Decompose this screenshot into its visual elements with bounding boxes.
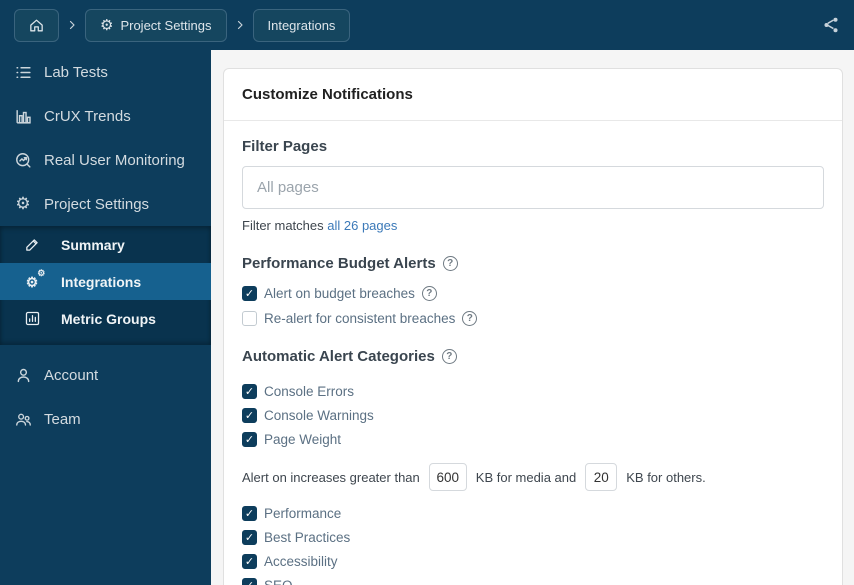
weight-sentence-part1: Alert on increases greater than xyxy=(242,469,420,485)
checkbox-icon[interactable] xyxy=(242,286,257,301)
filter-match-link[interactable]: all 26 pages xyxy=(327,218,397,233)
breadcrumb-project-settings-button[interactable]: ⚙ Project Settings xyxy=(85,8,227,42)
sidebar-item-lab-tests[interactable]: Lab Tests xyxy=(0,50,211,94)
weight-sentence-part3: KB for others. xyxy=(626,469,706,485)
sidebar-item-team[interactable]: Team xyxy=(0,397,211,441)
sidebar-item-label: Account xyxy=(44,366,99,384)
breadcrumb-integrations-label: Integrations xyxy=(267,17,336,33)
checkbox-accessibility[interactable]: Accessibility xyxy=(242,549,824,573)
help-icon[interactable] xyxy=(441,349,457,364)
checkbox-label: Page Weight xyxy=(264,431,342,447)
checkbox-label: Console Warnings xyxy=(264,407,374,423)
checkbox-console-warnings[interactable]: Console Warnings xyxy=(242,403,824,427)
others-kb-input[interactable] xyxy=(585,463,618,491)
checkbox-icon[interactable] xyxy=(242,529,257,545)
sidebar-subitem-summary[interactable]: Summary xyxy=(0,226,211,263)
breadcrumb-integrations-button[interactable]: Integrations xyxy=(252,8,351,42)
checkbox-console-errors[interactable]: Console Errors xyxy=(242,379,824,403)
filter-match-text: Filter matches xyxy=(242,218,328,233)
sidebar-subitem-label: Integrations xyxy=(61,273,142,290)
checkbox-label: Performance xyxy=(264,505,342,521)
category-group-console: Console Errors Console Warnings Page Wei… xyxy=(242,379,824,451)
metric-chart-icon xyxy=(23,310,41,327)
filter-pages-input[interactable] xyxy=(242,166,824,209)
monitor-trend-icon xyxy=(13,151,33,170)
sidebar-item-account[interactable]: Account xyxy=(0,353,211,397)
home-icon xyxy=(28,17,45,34)
sidebar-subitem-label: Metric Groups xyxy=(61,310,156,327)
sidebar-item-label: Team xyxy=(44,410,81,428)
breadcrumb-home-button[interactable] xyxy=(14,8,59,42)
checkbox-icon[interactable] xyxy=(242,407,257,423)
breadcrumb-chevron-icon xyxy=(66,19,78,31)
share-icon[interactable] xyxy=(822,16,840,34)
filter-pages-heading: Filter Pages xyxy=(242,138,328,155)
help-icon[interactable] xyxy=(462,311,478,326)
people-icon xyxy=(13,410,33,429)
checkbox-label: SEO xyxy=(264,577,293,585)
checkbox-icon[interactable] xyxy=(242,577,257,585)
gear-icon: ⚙ xyxy=(100,16,114,34)
checkbox-performance[interactable]: Performance xyxy=(242,501,824,525)
gears-icon: ⚙ ⚙ xyxy=(25,267,46,290)
checkbox-re-alert-consistent-breaches[interactable]: Re-alert for consistent breaches xyxy=(242,311,824,326)
checkbox-icon[interactable] xyxy=(242,505,257,521)
help-icon[interactable] xyxy=(442,256,458,271)
filter-match-line: Filter matches all 26 pages xyxy=(242,218,824,233)
gear-icon: ⚙ xyxy=(15,194,31,213)
checkbox-alert-on-budget-breaches[interactable]: Alert on budget breaches xyxy=(242,286,824,301)
sidebar-item-label: Lab Tests xyxy=(44,63,108,81)
weight-threshold-sentence: Alert on increases greater than KB for m… xyxy=(242,463,824,491)
help-icon[interactable] xyxy=(421,286,437,301)
checkbox-best-practices[interactable]: Best Practices xyxy=(242,525,824,549)
weight-sentence-part2: KB for media and xyxy=(475,469,577,485)
checkbox-seo[interactable]: SEO xyxy=(242,573,824,585)
sidebar-item-label: Project Settings xyxy=(44,195,150,213)
card-title: Customize Notifications xyxy=(224,69,842,121)
main-content: Customize Notifications Filter Pages Fil… xyxy=(211,50,854,585)
checkbox-icon[interactable] xyxy=(242,311,257,326)
checkbox-icon[interactable] xyxy=(242,383,257,399)
media-kb-input[interactable] xyxy=(428,463,467,491)
checkbox-icon[interactable] xyxy=(242,553,257,569)
category-group-lighthouse: Performance Best Practices Accessibility… xyxy=(242,501,824,585)
checkbox-icon[interactable] xyxy=(242,431,257,447)
sidebar-item-label: CrUX Trends xyxy=(44,107,131,125)
sidebar: Lab Tests CrUX Trends Real User Monitori… xyxy=(0,50,211,585)
performance-budget-alerts-heading: Performance Budget Alerts xyxy=(242,255,824,272)
checkbox-label: Best Practices xyxy=(264,529,351,545)
person-icon xyxy=(13,366,33,385)
sidebar-item-project-settings[interactable]: ⚙ Project Settings xyxy=(0,182,211,226)
sidebar-item-real-user-monitoring[interactable]: Real User Monitoring xyxy=(0,138,211,182)
customize-notifications-card: Customize Notifications Filter Pages Fil… xyxy=(223,68,843,585)
breadcrumb-chevron-icon xyxy=(234,19,246,31)
list-icon xyxy=(13,63,33,82)
sidebar-item-crux-trends[interactable]: CrUX Trends xyxy=(0,94,211,138)
pencil-icon xyxy=(23,236,41,253)
checkbox-page-weight[interactable]: Page Weight xyxy=(242,427,824,451)
automatic-alert-categories-heading: Automatic Alert Categories xyxy=(242,348,824,365)
project-settings-submenu: Summary ⚙ ⚙ Integrations Metric Groups xyxy=(0,226,211,345)
sidebar-subitem-integrations[interactable]: ⚙ ⚙ Integrations xyxy=(0,263,211,300)
sidebar-subitem-metric-groups[interactable]: Metric Groups xyxy=(0,300,211,337)
checkbox-label: Re-alert for consistent breaches xyxy=(264,311,456,326)
checkbox-label: Accessibility xyxy=(264,553,338,569)
checkbox-label: Console Errors xyxy=(264,383,355,399)
sidebar-subitem-label: Summary xyxy=(61,236,125,253)
bar-chart-icon xyxy=(13,107,33,126)
breadcrumb-project-settings-label: Project Settings xyxy=(120,17,212,33)
checkbox-label: Alert on budget breaches xyxy=(264,286,415,301)
sidebar-item-label: Real User Monitoring xyxy=(44,151,185,169)
top-bar: ⚙ Project Settings Integrations xyxy=(0,0,854,50)
